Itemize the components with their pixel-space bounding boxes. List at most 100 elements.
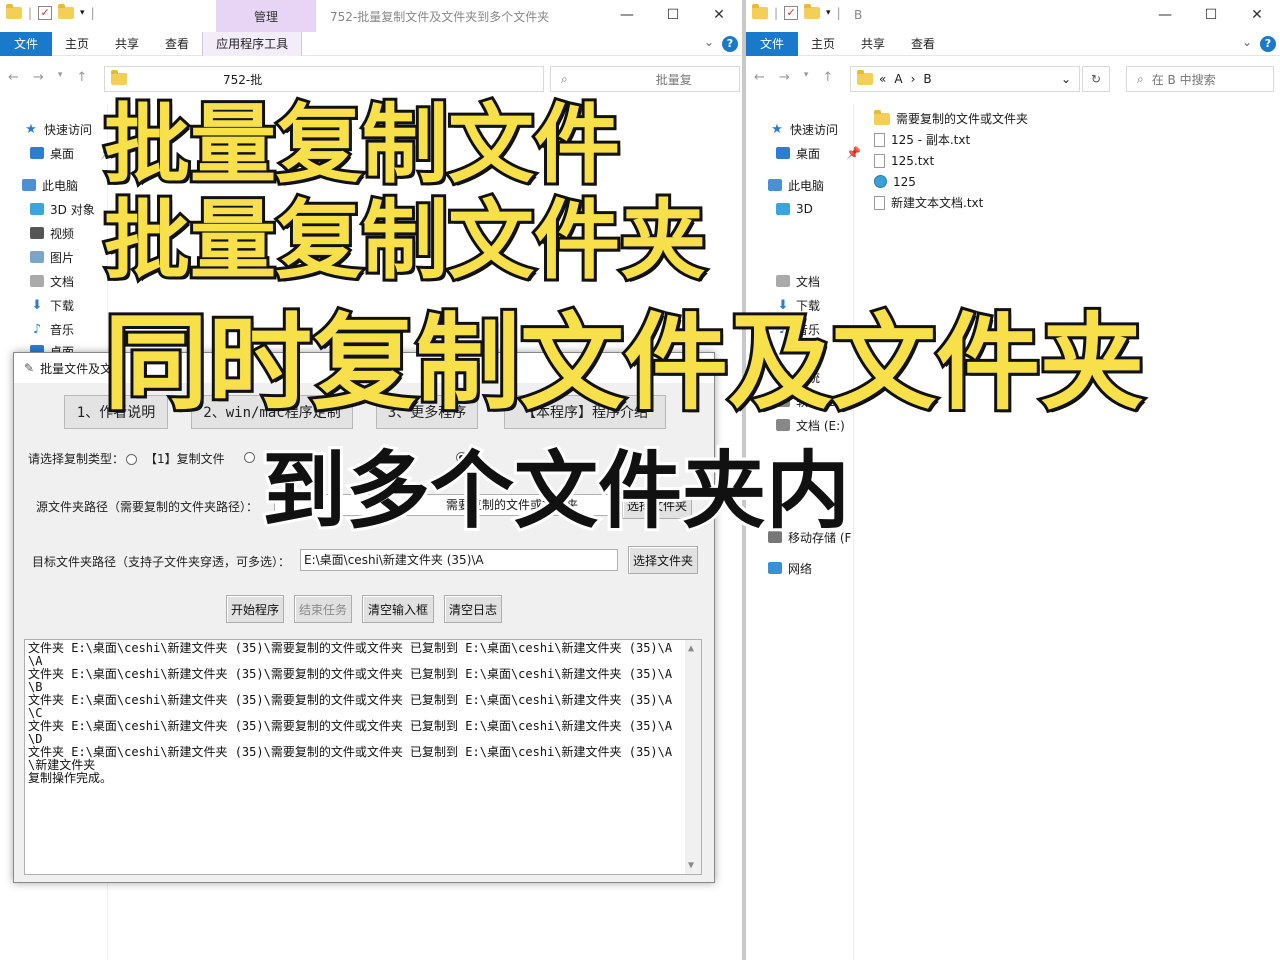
copy-type-option-2[interactable] [244,450,263,464]
tab-custom-program[interactable]: 2、win/mac程序定制 [191,395,353,429]
list-item[interactable]: 125 - 副本.txt [874,129,1028,150]
tab-author-info[interactable]: 1、作者说明 [64,395,168,429]
tab-file[interactable]: 文件 [746,31,799,56]
log-scrollbar[interactable]: ▲ ▼ [685,640,701,874]
nav-this-pc[interactable]: 此电脑 [22,174,78,196]
minimize-icon[interactable]: — [1142,0,1188,30]
dialog-title: 批量文件及文 [40,361,113,376]
close-icon[interactable]: ✕ [1234,0,1280,30]
nav-downloads[interactable]: ⬇ 下载 [776,294,820,316]
refresh-button[interactable]: ↻ [1082,66,1110,92]
nav-desktop[interactable]: 桌面 📌 [30,142,115,164]
tab-program-intro[interactable]: 【本程序】程序介绍 [504,395,666,429]
recent-icon[interactable]: ▾ [58,70,63,85]
source-path-input[interactable]: 需要复制的文件或文件夹 [274,494,618,516]
ribbon-expand-icon[interactable]: ⌄ [704,35,714,49]
chevron-down-icon[interactable]: ⌄ [1061,72,1071,86]
radio-copy-file[interactable] [126,454,137,465]
clear-log-button[interactable]: 清空日志 [444,595,502,623]
nav-documents[interactable]: 文档 [30,270,74,292]
target-path-input[interactable]: E:\桌面\ceshi\新建文件夹 (35)\A [300,549,618,571]
source-select-folder-button[interactable]: 选择文件夹 [622,491,692,519]
tab-view[interactable]: 查看 [898,32,948,56]
properties-icon[interactable]: ✓ [784,6,799,20]
up-icon[interactable]: ↑ [76,70,87,85]
nav-downloads[interactable]: ⬇ 下载 [30,294,74,316]
nav-documents[interactable]: 文档 [776,270,820,292]
nav-desktop[interactable]: 桌面 📌 [776,142,861,164]
nav-removable-f[interactable]: 移动存储 (F [768,526,851,548]
nav-3d-objects[interactable]: 3D 对象 [30,198,95,220]
maximize-icon[interactable]: ☐ [1188,0,1234,30]
stop-task-button[interactable]: 结束任务 [294,595,352,623]
source-path-label: 源文件夹路径（需要复制的文件夹路径）： [36,500,259,514]
new-folder-icon[interactable] [58,4,75,19]
qat-dropdown-icon[interactable]: ▾ [826,8,831,18]
copy-type-option-3[interactable] [456,450,475,464]
start-button[interactable]: 开始程序 [226,595,284,623]
search-input[interactable]: ⌕ 批量复 [550,66,740,92]
new-folder-icon[interactable] [804,4,821,19]
quick-access-toolbar: | ✓ ▾ | [752,4,841,20]
minimize-icon[interactable]: — [604,0,650,30]
log-output[interactable]: 文件夹 E:\桌面\ceshi\新建文件夹 (35)\需要复制的文件或文件夹 已… [24,639,702,875]
tab-share[interactable]: 共享 [102,32,152,56]
help-icon[interactable]: ? [722,36,738,52]
nav-music[interactable]: ♪ 音乐 [776,318,820,340]
nav-videos[interactable]: 视频 [30,222,74,244]
recent-icon[interactable]: ▾ [804,70,809,85]
nav-drive-e[interactable]: 文档 (E:) [776,414,845,436]
back-icon[interactable]: ← [8,70,19,85]
folder-icon[interactable] [6,4,22,19]
ribbon-expand-icon[interactable]: ⌄ [1242,35,1252,49]
caption-buttons: — ☐ ✕ [1142,0,1280,30]
tab-more-programs[interactable]: 3、更多程序 [376,395,478,429]
tab-home[interactable]: 主页 [52,32,102,56]
folder-icon[interactable] [752,4,768,19]
tab-share[interactable]: 共享 [848,32,898,56]
address-input[interactable]: « A › B ⌄ [850,66,1080,92]
properties-icon[interactable]: ✓ [38,6,53,20]
list-item[interactable]: 新建文本文档.txt [874,192,1028,213]
help-icon[interactable]: ? [1260,36,1276,52]
radio-option-3[interactable] [456,452,467,463]
nav-this-pc[interactable]: 此电脑 [768,174,824,196]
search-input[interactable]: ⌕ 在 B 中搜索 [1126,66,1274,92]
list-item[interactable]: 需要复制的文件或文件夹 [874,108,1028,129]
nav-system-drive[interactable]: 系统 [776,366,820,388]
maximize-icon[interactable]: ☐ [650,0,696,30]
back-icon[interactable]: ← [754,70,765,85]
nav-3d-objects[interactable]: 3D [776,198,813,220]
nav-music[interactable]: ♪ 音乐 [30,318,74,340]
manage-context-tab[interactable]: 管理 [216,0,316,32]
nav-quick-access[interactable]: ★ 快速访问 [24,118,92,140]
picture-icon [30,251,44,263]
close-icon[interactable]: ✕ [694,359,706,375]
scroll-up-icon[interactable]: ▲ [688,642,694,655]
text-file-icon [874,153,885,168]
clear-input-button[interactable]: 清空输入框 [362,595,434,623]
close-icon[interactable]: ✕ [696,0,742,30]
tab-app-tools[interactable]: 应用程序工具 [202,31,303,56]
nav-pictures[interactable]: 图片 [30,246,74,268]
radio-option-2[interactable] [244,452,255,463]
target-select-folder-button[interactable]: 选择文件夹 [628,546,698,574]
list-item[interactable]: 125 [874,171,1028,192]
forward-icon[interactable]: → [779,70,790,85]
up-icon[interactable]: ↑ [822,70,833,85]
forward-icon[interactable]: → [33,70,44,85]
breadcrumb-b[interactable]: B [923,72,931,86]
copy-type-option-1[interactable]: 【1】复制文件 [126,450,225,467]
nav-quick-access[interactable]: ★ 快速访问 [770,118,838,140]
breadcrumb-a[interactable]: A [894,72,902,86]
tab-file[interactable]: 文件 [0,31,53,56]
tab-view[interactable]: 查看 [152,32,202,56]
list-item[interactable]: 125.txt [874,150,1028,171]
cube-icon [776,203,790,215]
nav-drive-d[interactable]: 软件 (D:) [776,390,846,412]
qat-dropdown-icon[interactable]: ▾ [80,8,85,18]
tab-home[interactable]: 主页 [798,32,848,56]
address-input[interactable]: 752-批 [104,66,544,92]
nav-network[interactable]: 网络 [768,557,812,579]
scroll-down-icon[interactable]: ▼ [688,859,694,872]
